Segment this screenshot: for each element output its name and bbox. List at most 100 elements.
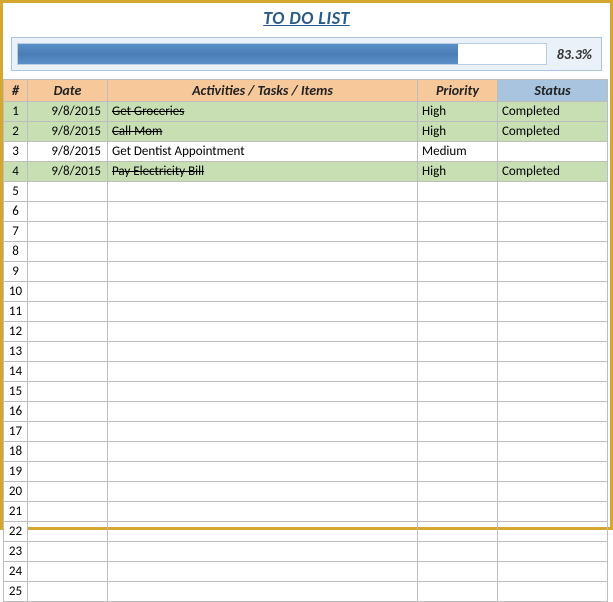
cell-activity[interactable]: Call Mom bbox=[108, 122, 418, 142]
cell-date[interactable] bbox=[28, 302, 108, 322]
cell-status[interactable] bbox=[498, 142, 608, 162]
cell-date[interactable]: 9/8/2015 bbox=[28, 162, 108, 182]
cell-num[interactable]: 23 bbox=[4, 542, 28, 562]
cell-activity[interactable] bbox=[108, 562, 418, 582]
cell-status[interactable]: Completed bbox=[498, 122, 608, 142]
cell-priority[interactable] bbox=[418, 262, 498, 282]
cell-activity[interactable] bbox=[108, 482, 418, 502]
cell-status[interactable] bbox=[498, 222, 608, 242]
cell-priority[interactable] bbox=[418, 362, 498, 382]
cell-num[interactable]: 24 bbox=[4, 562, 28, 582]
cell-date[interactable] bbox=[28, 462, 108, 482]
cell-date[interactable] bbox=[28, 442, 108, 462]
cell-activity[interactable]: Get Dentist Appointment bbox=[108, 142, 418, 162]
cell-date[interactable] bbox=[28, 582, 108, 602]
cell-activity[interactable] bbox=[108, 282, 418, 302]
cell-priority[interactable] bbox=[418, 382, 498, 402]
cell-status[interactable] bbox=[498, 382, 608, 402]
cell-date[interactable] bbox=[28, 562, 108, 582]
cell-num[interactable]: 8 bbox=[4, 242, 28, 262]
cell-priority[interactable]: High bbox=[418, 102, 498, 122]
cell-num[interactable]: 7 bbox=[4, 222, 28, 242]
cell-activity[interactable]: Get Groceries bbox=[108, 102, 418, 122]
cell-status[interactable] bbox=[498, 322, 608, 342]
cell-date[interactable] bbox=[28, 262, 108, 282]
cell-status[interactable] bbox=[498, 542, 608, 562]
cell-status[interactable] bbox=[498, 562, 608, 582]
cell-priority[interactable] bbox=[418, 562, 498, 582]
cell-priority[interactable] bbox=[418, 402, 498, 422]
cell-num[interactable]: 11 bbox=[4, 302, 28, 322]
cell-status[interactable] bbox=[498, 302, 608, 322]
cell-status[interactable]: Completed bbox=[498, 162, 608, 182]
cell-priority[interactable] bbox=[418, 462, 498, 482]
cell-status[interactable] bbox=[498, 442, 608, 462]
cell-status[interactable] bbox=[498, 342, 608, 362]
cell-num[interactable]: 14 bbox=[4, 362, 28, 382]
cell-priority[interactable] bbox=[418, 242, 498, 262]
cell-num[interactable]: 3 bbox=[4, 142, 28, 162]
cell-activity[interactable] bbox=[108, 262, 418, 282]
cell-priority[interactable] bbox=[418, 322, 498, 342]
cell-date[interactable] bbox=[28, 522, 108, 542]
cell-status[interactable] bbox=[498, 262, 608, 282]
cell-activity[interactable] bbox=[108, 242, 418, 262]
cell-status[interactable] bbox=[498, 362, 608, 382]
cell-date[interactable] bbox=[28, 222, 108, 242]
cell-num[interactable]: 15 bbox=[4, 382, 28, 402]
cell-priority[interactable]: High bbox=[418, 122, 498, 142]
cell-num[interactable]: 22 bbox=[4, 522, 28, 542]
cell-date[interactable]: 9/8/2015 bbox=[28, 122, 108, 142]
cell-date[interactable]: 9/8/2015 bbox=[28, 142, 108, 162]
cell-date[interactable] bbox=[28, 282, 108, 302]
cell-priority[interactable] bbox=[418, 582, 498, 602]
cell-date[interactable] bbox=[28, 382, 108, 402]
cell-status[interactable] bbox=[498, 502, 608, 522]
cell-date[interactable] bbox=[28, 242, 108, 262]
cell-status[interactable] bbox=[498, 242, 608, 262]
cell-num[interactable]: 13 bbox=[4, 342, 28, 362]
cell-status[interactable] bbox=[498, 202, 608, 222]
cell-num[interactable]: 1 bbox=[4, 102, 28, 122]
cell-priority[interactable] bbox=[418, 482, 498, 502]
cell-status[interactable] bbox=[498, 462, 608, 482]
cell-activity[interactable] bbox=[108, 442, 418, 462]
cell-date[interactable]: 9/8/2015 bbox=[28, 102, 108, 122]
cell-date[interactable] bbox=[28, 402, 108, 422]
cell-status[interactable] bbox=[498, 282, 608, 302]
cell-status[interactable] bbox=[498, 422, 608, 442]
cell-priority[interactable] bbox=[418, 422, 498, 442]
cell-date[interactable] bbox=[28, 182, 108, 202]
cell-date[interactable] bbox=[28, 322, 108, 342]
cell-num[interactable]: 6 bbox=[4, 202, 28, 222]
cell-priority[interactable] bbox=[418, 282, 498, 302]
cell-activity[interactable] bbox=[108, 522, 418, 542]
cell-activity[interactable] bbox=[108, 222, 418, 242]
cell-priority[interactable] bbox=[418, 522, 498, 542]
cell-date[interactable] bbox=[28, 502, 108, 522]
cell-priority[interactable] bbox=[418, 182, 498, 202]
cell-num[interactable]: 16 bbox=[4, 402, 28, 422]
cell-priority[interactable]: High bbox=[418, 162, 498, 182]
cell-date[interactable] bbox=[28, 542, 108, 562]
cell-activity[interactable] bbox=[108, 462, 418, 482]
cell-num[interactable]: 4 bbox=[4, 162, 28, 182]
cell-activity[interactable] bbox=[108, 362, 418, 382]
cell-priority[interactable] bbox=[418, 302, 498, 322]
cell-priority[interactable] bbox=[418, 502, 498, 522]
cell-date[interactable] bbox=[28, 342, 108, 362]
cell-priority[interactable] bbox=[418, 222, 498, 242]
cell-activity[interactable] bbox=[108, 542, 418, 562]
cell-num[interactable]: 21 bbox=[4, 502, 28, 522]
cell-status[interactable] bbox=[498, 482, 608, 502]
cell-activity[interactable] bbox=[108, 502, 418, 522]
cell-activity[interactable] bbox=[108, 322, 418, 342]
cell-date[interactable] bbox=[28, 202, 108, 222]
cell-activity[interactable] bbox=[108, 382, 418, 402]
cell-num[interactable]: 25 bbox=[4, 582, 28, 602]
cell-num[interactable]: 9 bbox=[4, 262, 28, 282]
cell-activity[interactable] bbox=[108, 302, 418, 322]
cell-activity[interactable] bbox=[108, 422, 418, 442]
cell-activity[interactable]: Pay Electricity Bill bbox=[108, 162, 418, 182]
cell-num[interactable]: 10 bbox=[4, 282, 28, 302]
